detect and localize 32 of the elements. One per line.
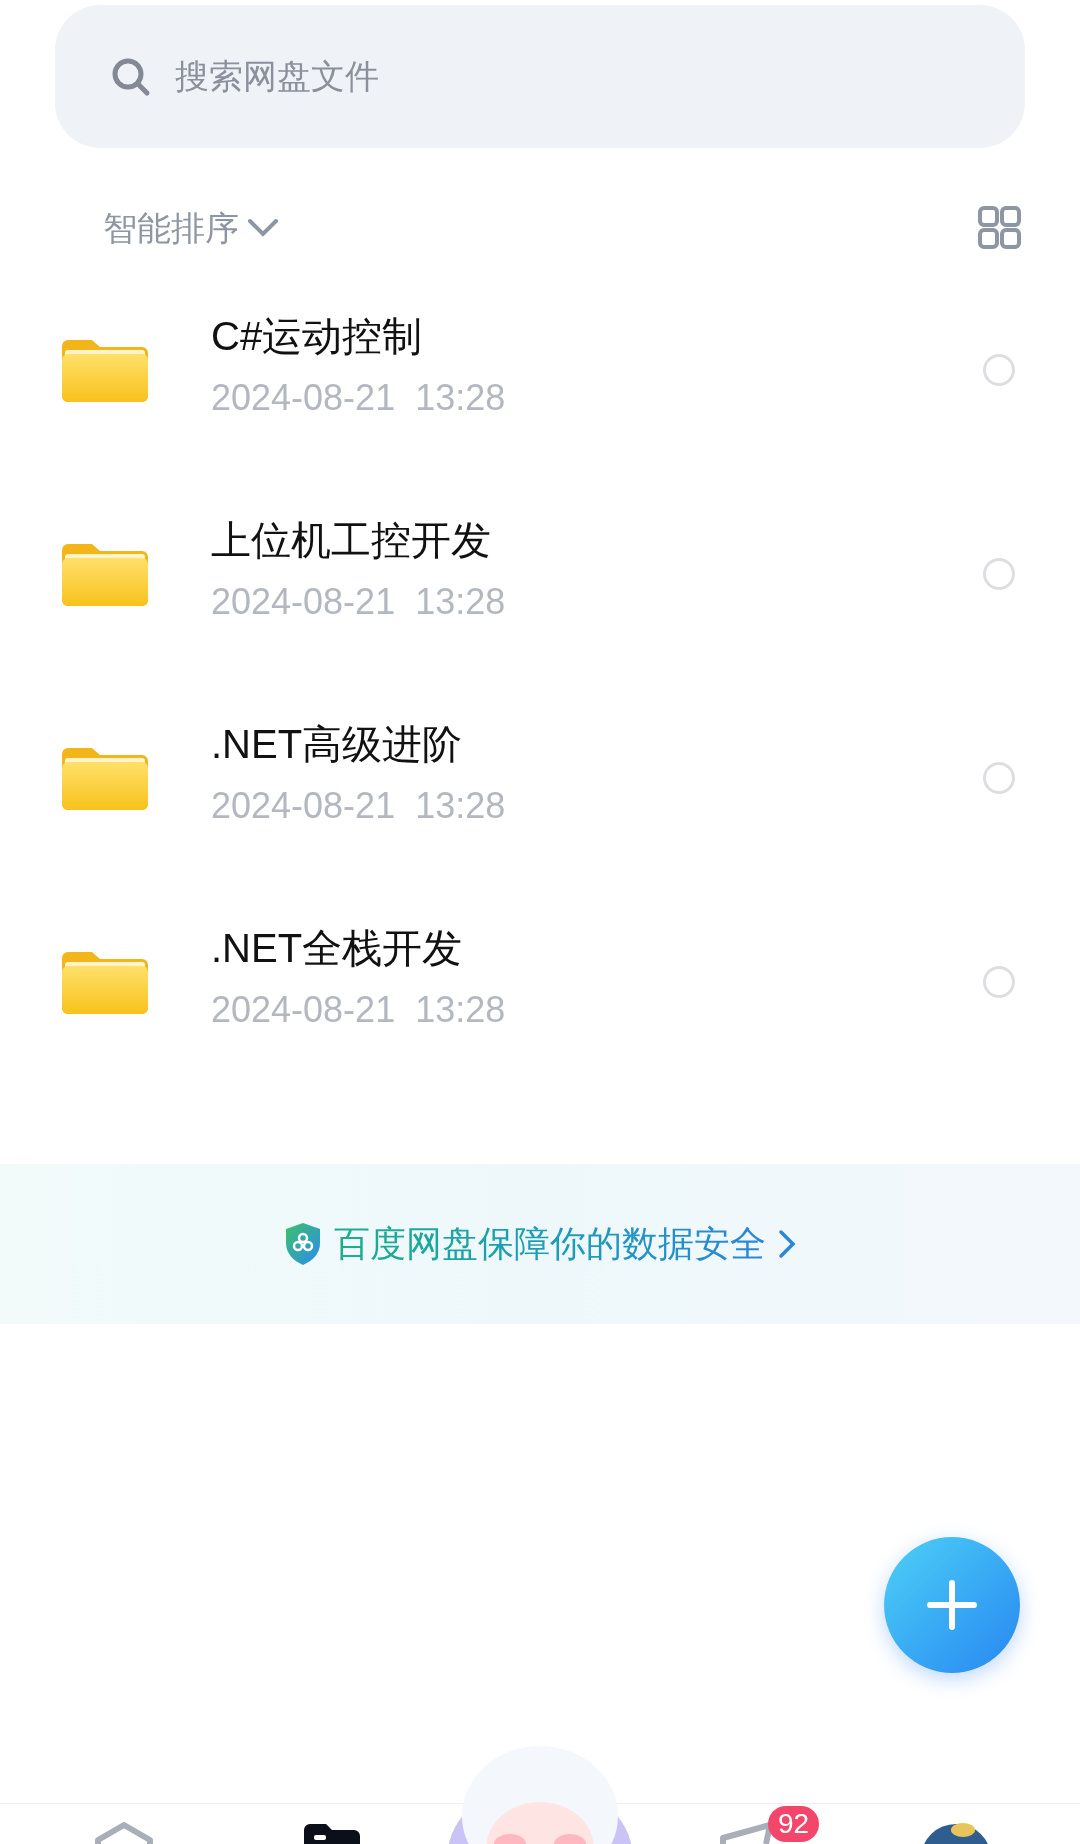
folder-name: 上位机工控开发: [211, 516, 492, 564]
select-radio[interactable]: [983, 762, 1015, 794]
folder-icon: [62, 542, 148, 606]
shield-icon: [284, 1222, 322, 1266]
chevron-right-icon: [778, 1229, 796, 1259]
search-icon: [111, 57, 151, 97]
folder-row[interactable]: C#运动控制 2024-08-21 13:28: [0, 268, 1080, 472]
add-button[interactable]: [884, 1537, 1020, 1673]
plus-icon: [927, 1580, 977, 1630]
modified-date: 2024-08-21 13:28: [211, 375, 507, 420]
home-icon[interactable]: [94, 1822, 154, 1844]
select-radio[interactable]: [983, 354, 1015, 386]
chevron-down-icon: [247, 218, 279, 238]
modified-date: 2024-08-21 13:28: [211, 579, 507, 624]
notification-badge: 92: [768, 1806, 820, 1842]
folder-icon: [62, 746, 148, 810]
folder-name: .NET全栈开发: [211, 924, 464, 972]
modified-date: 2024-08-21 13:28: [211, 783, 507, 828]
folder-name: .NET高级进阶: [211, 720, 464, 768]
grid-view-icon[interactable]: [978, 206, 1022, 250]
folder-icon[interactable]: [304, 1822, 360, 1844]
select-radio[interactable]: [983, 966, 1015, 998]
folder-row[interactable]: .NET高级进阶 2024-08-21 13:28: [0, 676, 1080, 880]
avatar-icon[interactable]: [921, 1822, 991, 1844]
folder-row[interactable]: 上位机工控开发 2024-08-21 13:28: [0, 472, 1080, 676]
modified-date: 2024-08-21 13:28: [211, 987, 507, 1032]
select-radio[interactable]: [983, 558, 1015, 590]
search-field[interactable]: 搜索网盘文件: [55, 5, 1025, 148]
folder-icon: [62, 338, 148, 402]
folder-icon: [62, 950, 148, 1014]
folder-name: C#运动控制: [211, 312, 424, 360]
folder-row[interactable]: .NET全栈开发 2024-08-21 13:28: [0, 880, 1080, 1084]
